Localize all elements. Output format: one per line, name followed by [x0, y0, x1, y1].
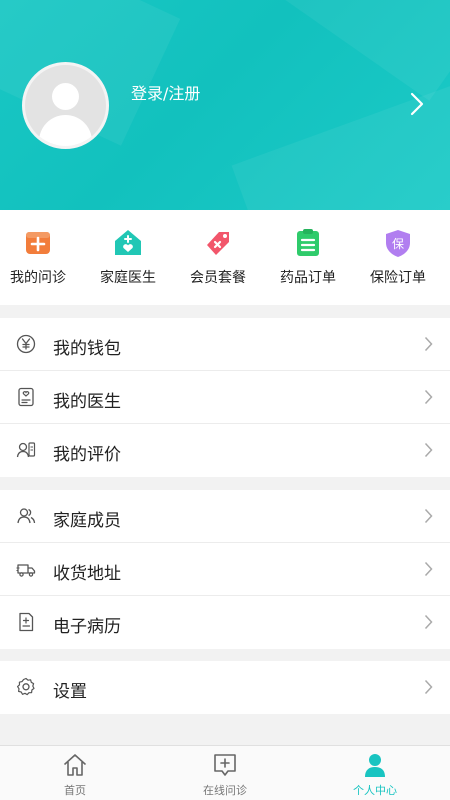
menu-group-account: 我的钱包 我的医生 我的评价	[0, 318, 450, 477]
quick-item-label: 药品订单	[280, 270, 336, 286]
bottom-tab-bar: 首页 在线问诊 个人中心	[0, 745, 450, 800]
gear-icon	[17, 677, 35, 696]
menu-item-wallet[interactable]: 我的钱包	[0, 318, 450, 371]
quick-item-label: 我的问诊	[10, 270, 66, 286]
tab-personal-center[interactable]: 个人中心	[300, 752, 450, 798]
chevron-right-icon	[424, 679, 433, 695]
tab-home[interactable]: 首页	[0, 752, 150, 798]
header-decoration	[281, 0, 450, 101]
menu-item-label: 我的钱包	[53, 339, 121, 359]
menu-item-my-reviews[interactable]: 我的评价	[0, 424, 450, 477]
menu-item-label: 我的评价	[53, 445, 121, 465]
medical-record-icon	[19, 612, 34, 632]
quick-medicine-orders[interactable]: 药品订单	[263, 228, 353, 287]
chevron-right-icon	[424, 389, 433, 405]
quick-item-label: 保险订单	[370, 270, 426, 286]
delivery-truck-icon	[16, 564, 36, 577]
quick-actions-bar: 我的问诊 家庭医生 会员套餐 药品订单 保 保险订单	[0, 210, 450, 305]
profile-header[interactable]: 登录/注册	[0, 0, 450, 210]
menu-group-personal: 家庭成员 收货地址 电子病历	[0, 490, 450, 649]
quick-insurance-orders[interactable]: 保 保险订单	[353, 228, 443, 287]
tag-icon	[207, 232, 229, 255]
menu-item-settings[interactable]: 设置	[0, 661, 450, 714]
doctor-card-icon	[18, 387, 34, 407]
person-icon	[365, 754, 385, 777]
menu-group-settings: 设置	[0, 661, 450, 714]
quick-family-doctor[interactable]: 家庭医生	[83, 228, 173, 287]
tab-label: 个人中心	[353, 784, 397, 797]
menu-item-medical-records[interactable]: 电子病历	[0, 596, 450, 649]
chevron-right-icon	[424, 614, 433, 630]
review-user-icon	[16, 442, 36, 458]
quick-membership-package[interactable]: 会员套餐	[173, 228, 263, 287]
menu-item-label: 电子病历	[53, 617, 121, 637]
menu-item-shipping-address[interactable]: 收货地址	[0, 543, 450, 596]
tab-online-consultation[interactable]: 在线问诊	[150, 752, 300, 798]
menu-item-label: 收货地址	[53, 564, 121, 584]
chevron-right-icon[interactable]	[410, 92, 424, 116]
tab-label: 在线问诊	[203, 784, 247, 797]
quick-item-label: 家庭医生	[100, 270, 156, 286]
menu-item-family-members[interactable]: 家庭成员	[0, 490, 450, 543]
chevron-right-icon	[424, 336, 433, 352]
avatar[interactable]	[22, 62, 109, 149]
chevron-right-icon	[424, 442, 433, 458]
tab-label: 首页	[64, 784, 86, 797]
quick-item-label: 会员套餐	[190, 270, 246, 286]
family-members-icon	[17, 508, 36, 524]
home-icon	[64, 754, 86, 776]
shield-badge-text: 保	[392, 237, 404, 251]
chevron-right-icon	[424, 561, 433, 577]
default-avatar-icon	[52, 83, 79, 110]
menu-item-my-doctor[interactable]: 我的医生	[0, 371, 450, 424]
quick-my-consultations[interactable]: 我的问诊	[0, 228, 83, 287]
consult-chat-icon	[214, 754, 236, 776]
menu-item-label: 家庭成员	[53, 511, 121, 531]
yen-coin-icon	[16, 334, 36, 354]
menu-item-label: 设置	[53, 682, 87, 702]
house-heart-icon	[115, 230, 141, 255]
login-register-link[interactable]: 登录/注册	[131, 80, 200, 104]
chevron-right-icon	[424, 508, 433, 524]
menu-item-label: 我的医生	[53, 392, 121, 412]
plus-square-icon	[26, 232, 50, 254]
clipboard-list-icon	[297, 229, 319, 256]
shield-icon: 保	[386, 230, 410, 257]
